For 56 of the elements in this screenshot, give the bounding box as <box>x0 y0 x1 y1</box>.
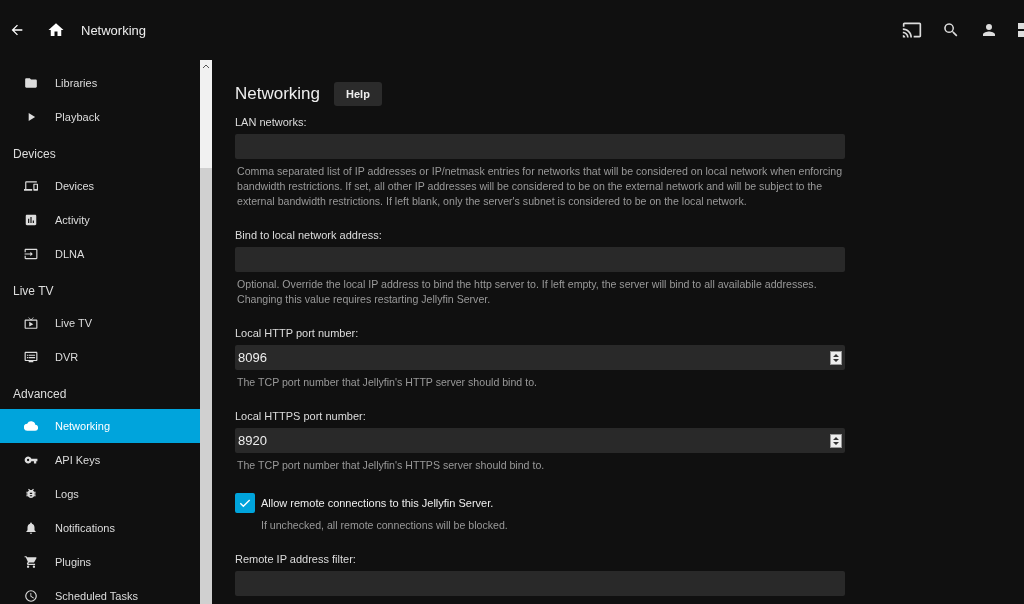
search-icon[interactable] <box>942 21 960 39</box>
sidebar-item[interactable]: Plugins <box>0 545 200 579</box>
sidebar-item[interactable]: API Keys <box>0 443 200 477</box>
field-label: Remote IP address filter: <box>235 553 357 565</box>
section-title: Networking <box>235 84 321 104</box>
sidebar-item[interactable]: Activity <box>0 203 200 237</box>
sidebar-item[interactable]: Notifications <box>0 511 200 545</box>
back-arrow-icon[interactable] <box>9 22 25 38</box>
sidebar-item[interactable]: DVR <box>0 340 200 374</box>
folder-icon <box>24 76 38 90</box>
monitor-icon <box>24 350 38 364</box>
checkbox[interactable] <box>235 493 255 513</box>
section-heading: Devices <box>12 146 57 163</box>
field-description: Comma separated list of IP addresses or IP/netmask entries for networks that will be considered on local network when enforcing bandwidth restrictions. If set, all other IP addresses will be considered to be on the external network and will be subject to the external bandwidth restrictions. If left blank, only the server's subnet is considered to be on the local network. <box>236 164 844 209</box>
input-field[interactable] <box>235 247 845 272</box>
sidebar-item[interactable]: Devices <box>0 169 200 203</box>
field-description: If unchecked, all remote connections will be blocked. <box>260 518 509 533</box>
page-title: Networking <box>81 22 147 38</box>
cart-icon <box>24 555 38 569</box>
field-label: Bind to local network address: <box>235 229 383 241</box>
clock-icon <box>24 589 38 603</box>
help-button[interactable]: Help <box>334 82 382 106</box>
section-heading: Advanced <box>12 386 68 403</box>
field-label: Local HTTP port number: <box>235 327 360 339</box>
sidebar-item[interactable]: Libraries <box>0 66 200 100</box>
field-description: The TCP port number that Jellyfin's HTTPS server should bind to. <box>236 458 546 473</box>
cloud-icon <box>24 419 38 433</box>
sidebar-item[interactable]: Scheduled Tasks <box>0 579 200 604</box>
bell-icon <box>24 521 38 535</box>
spinner-icon[interactable] <box>830 433 842 448</box>
sidebar-item[interactable]: Live TV <box>0 306 200 340</box>
field-description: Optional. Override the local IP address to bind the http server to. If left empty, the server will bind to all availabile addresses. Changing this value requires restarting Jellyfin Server. <box>236 277 818 307</box>
input-icon <box>24 247 38 261</box>
field-description: The TCP port number that Jellyfin's HTTP server should bind to. <box>236 375 538 390</box>
cast-icon[interactable] <box>902 20 922 40</box>
grid-icon[interactable] <box>1018 23 1024 37</box>
sidebar-item[interactable]: Logs <box>0 477 200 511</box>
devices-icon <box>24 179 38 193</box>
checkbox-label: Allow remote connections to this Jellyfin Server. <box>261 497 494 509</box>
spinner-icon[interactable] <box>830 350 842 365</box>
sidebar-item[interactable]: DLNA <box>0 237 200 271</box>
number-field[interactable]: 8920 <box>235 428 845 453</box>
home-icon[interactable] <box>47 21 65 39</box>
input-field[interactable] <box>235 571 845 596</box>
number-field[interactable]: 8096 <box>235 345 845 370</box>
bug-icon <box>24 487 38 501</box>
tv-icon <box>24 316 38 330</box>
scrollbar[interactable] <box>200 60 212 604</box>
key-icon <box>24 453 38 467</box>
chart-icon <box>24 213 38 227</box>
user-icon[interactable] <box>980 21 998 39</box>
field-label: Local HTTPS port number: <box>235 410 367 422</box>
sidebar-item[interactable]: Playback <box>0 100 200 134</box>
input-field[interactable] <box>235 134 845 159</box>
field-label: LAN networks: <box>235 116 308 128</box>
section-heading: Live TV <box>12 283 55 300</box>
